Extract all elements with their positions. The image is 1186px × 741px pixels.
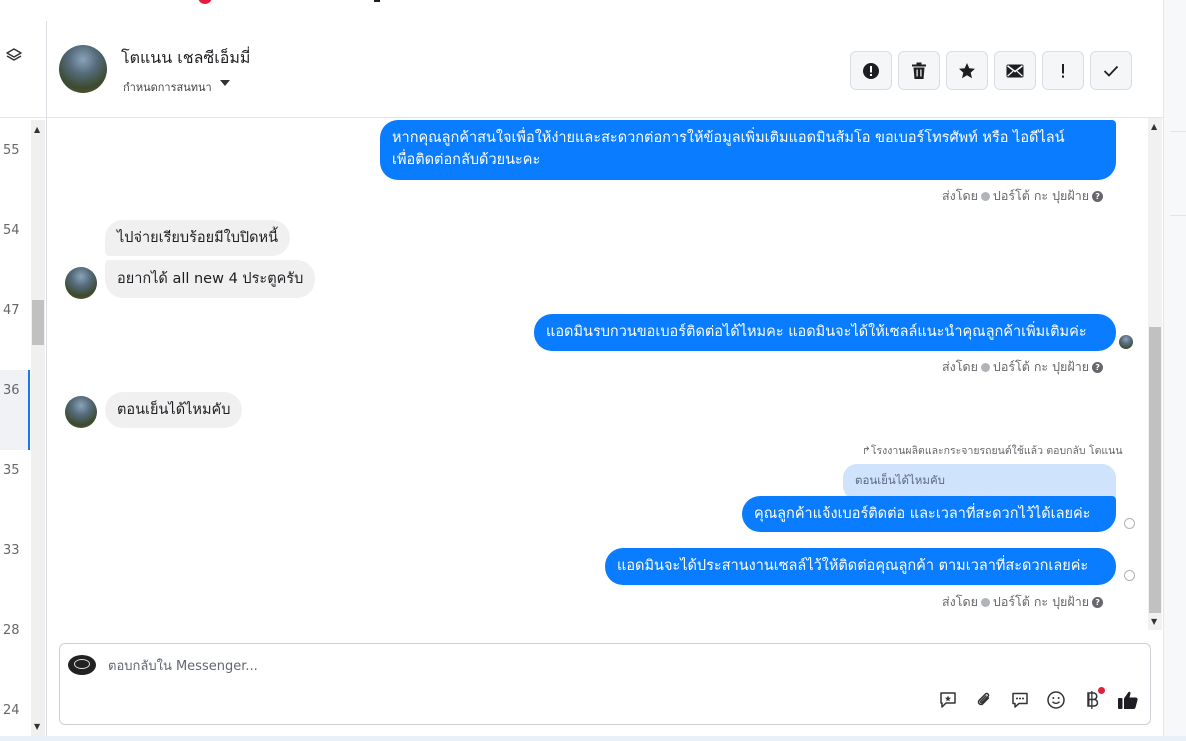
window-bottom-edge	[0, 736, 1186, 741]
outgoing-message[interactable]: หากคุณลูกค้าสนใจเพื่อให้ง่ายและสะดวกต่อก…	[380, 120, 1116, 180]
message-text: แอดมินรบกวนขอเบอร์ติดต่อได้ไหมคะ แอดมินจ…	[546, 324, 1087, 340]
message-thread-scroll-thumb[interactable]	[1149, 327, 1161, 613]
message-text: อยากได้ all new 4 ประตูครับ	[117, 271, 304, 287]
outgoing-message[interactable]: แอดมินรบกวนขอเบอร์ติดต่อได้ไหมคะ แอดมินจ…	[534, 314, 1116, 351]
trash-icon	[911, 62, 927, 80]
reply-context: ↱โรงงานผลิตและกระจายรถยนต์ใช้แล้ว ตอบกลั…	[862, 442, 1123, 459]
sent-by-prefix: ส่งโดย	[942, 188, 978, 203]
emoji-button[interactable]	[1044, 690, 1068, 714]
sent-by-prefix: ส่งโดย	[942, 359, 978, 374]
sent-by-info: ส่งโดย ปอร์โต้ กะ ปุยฝ้าย ?	[942, 186, 1104, 206]
contact-avatar-small[interactable]	[65, 267, 97, 299]
incoming-message[interactable]: ตอนเย็นได้ไหมคับ	[105, 392, 243, 428]
notification-dot	[1098, 687, 1105, 694]
delivered-check-icon	[1124, 518, 1135, 529]
delivered-check-icon	[1124, 570, 1135, 581]
conversation-list-item-time[interactable]: 28	[3, 623, 31, 638]
scroll-down-arrow-icon[interactable]: ▼	[34, 722, 40, 731]
top-bar-dash	[374, 0, 380, 2]
attach-file-button[interactable]	[972, 690, 996, 714]
emoji-icon	[1046, 690, 1066, 714]
attachment-icon	[974, 690, 994, 714]
reply-arrow-icon: ↱	[862, 445, 871, 457]
mark-spam-button[interactable]	[850, 51, 892, 90]
contact-avatar-small[interactable]	[65, 396, 97, 428]
page-avatar-logo	[74, 659, 90, 669]
conversation-list-active-item[interactable]	[0, 370, 30, 450]
sent-by-agent: ปอร์โต้ กะ ปุยฝ้าย	[992, 188, 1090, 203]
baht-payment-icon	[1084, 690, 1100, 714]
outgoing-message[interactable]: แอดมินจะได้ประสานงานเซลล์ไว้ให้ติดต่อคุณ…	[605, 548, 1116, 585]
top-bar	[0, 0, 1163, 22]
agent-status-icon	[980, 191, 990, 201]
chat-bubble-icon	[1010, 690, 1030, 714]
conversation-list-item-time[interactable]: 47	[3, 303, 31, 318]
reply-input[interactable]	[106, 655, 810, 677]
check-icon	[1103, 65, 1119, 77]
star-button[interactable]	[946, 51, 988, 90]
follow-up-button[interactable]	[1042, 51, 1084, 90]
message-template-button[interactable]	[1008, 690, 1032, 714]
conversation-list-scrollbar[interactable]	[31, 120, 45, 736]
sent-by-info: ส่งโดย ปอร์โต้ กะ ปุยฝ้าย ?	[942, 357, 1104, 377]
reply-context-text: โรงงานผลิตและกระจายรถยนต์ใช้แล้ว ตอบกลับ…	[870, 445, 1123, 457]
delete-button[interactable]	[898, 51, 940, 90]
thumbs-up-icon	[1117, 690, 1139, 714]
quoted-message[interactable]: ตอนเย็นได้ไหมคับ	[843, 464, 1116, 500]
star-icon	[958, 62, 976, 80]
message-text: หากคุณลูกค้าสนใจเพื่อให้ง่ายและสะดวกต่อก…	[392, 130, 1065, 146]
sent-by-agent: ปอร์โต้ กะ ปุยฝ้าย	[992, 594, 1090, 609]
conversation-list-item-time[interactable]: 54	[3, 223, 31, 238]
saved-reply-icon	[938, 690, 958, 714]
conversation-list-item-time[interactable]: 35	[3, 463, 31, 478]
message-text: ตอนเย็นได้ไหมคับ	[117, 402, 231, 418]
caret-down-icon[interactable]	[220, 80, 230, 86]
agent-status-icon	[980, 597, 990, 607]
message-text: ไปจ่ายเรียบร้อยมีใบปิดหนี้	[117, 230, 279, 246]
agent-status-icon	[980, 362, 990, 372]
quoted-message-text: ตอนเย็นได้ไหมคับ	[855, 473, 945, 487]
saved-reply-button[interactable]	[936, 690, 960, 714]
message-text: แอดมินจะได้ประสานงานเซลล์ไว้ให้ติดต่อคุณ…	[617, 558, 1089, 574]
mark-done-button[interactable]	[1090, 51, 1132, 90]
contact-avatar[interactable]	[59, 45, 107, 93]
layers-icon[interactable]	[4, 46, 24, 66]
help-icon[interactable]: ?	[1092, 361, 1104, 373]
like-button[interactable]	[1116, 690, 1140, 714]
sent-by-info: ส่งโดย ปอร์โต้ กะ ปุยฝ้าย ?	[942, 592, 1104, 612]
incoming-message[interactable]: อยากได้ all new 4 ประตูครับ	[105, 260, 316, 298]
scroll-up-arrow-icon[interactable]: ▲	[1151, 122, 1157, 131]
window-edge-strip	[1163, 0, 1186, 741]
alert-circle-icon	[862, 62, 880, 80]
divider	[0, 117, 46, 118]
divider	[1170, 131, 1186, 132]
conversation-list-item-time[interactable]: 36	[3, 383, 31, 398]
mark-unread-button[interactable]	[994, 51, 1036, 90]
seen-indicator-avatar	[1119, 335, 1133, 349]
conversation-list-item-time[interactable]: 55	[3, 143, 31, 158]
assign-conversation-label[interactable]: กำหนดการสนทนา	[123, 78, 212, 96]
outgoing-message[interactable]: คุณลูกค้าแจ้งเบอร์ติดต่อ และเวลาที่สะดวก…	[742, 496, 1116, 532]
scroll-down-arrow-icon[interactable]: ▼	[1151, 617, 1157, 626]
envelope-icon	[1006, 64, 1024, 78]
conversation-list-item-time[interactable]: 24	[3, 703, 31, 718]
sent-by-prefix: ส่งโดย	[942, 594, 978, 609]
sent-by-agent: ปอร์โต้ กะ ปุยฝ้าย	[992, 359, 1090, 374]
conversation-list-item-time[interactable]: 33	[3, 543, 31, 558]
divider	[1170, 215, 1186, 216]
exclamation-icon	[1060, 63, 1066, 79]
message-text: เพื่อติดต่อกลับด้วยนะคะ	[392, 152, 541, 168]
message-text: คุณลูกค้าแจ้งเบอร์ติดต่อ และเวลาที่สะดวก…	[754, 506, 1091, 522]
scroll-up-arrow-icon[interactable]: ▲	[34, 125, 40, 134]
help-icon[interactable]: ?	[1092, 596, 1104, 608]
incoming-message[interactable]: ไปจ่ายเรียบร้อยมีใบปิดหนี้	[105, 220, 291, 256]
help-icon[interactable]: ?	[1092, 190, 1104, 202]
conversation-list-scroll-thumb[interactable]	[32, 300, 44, 345]
contact-name[interactable]: โตแนน เชลซีเอ็มมี่	[121, 46, 250, 71]
